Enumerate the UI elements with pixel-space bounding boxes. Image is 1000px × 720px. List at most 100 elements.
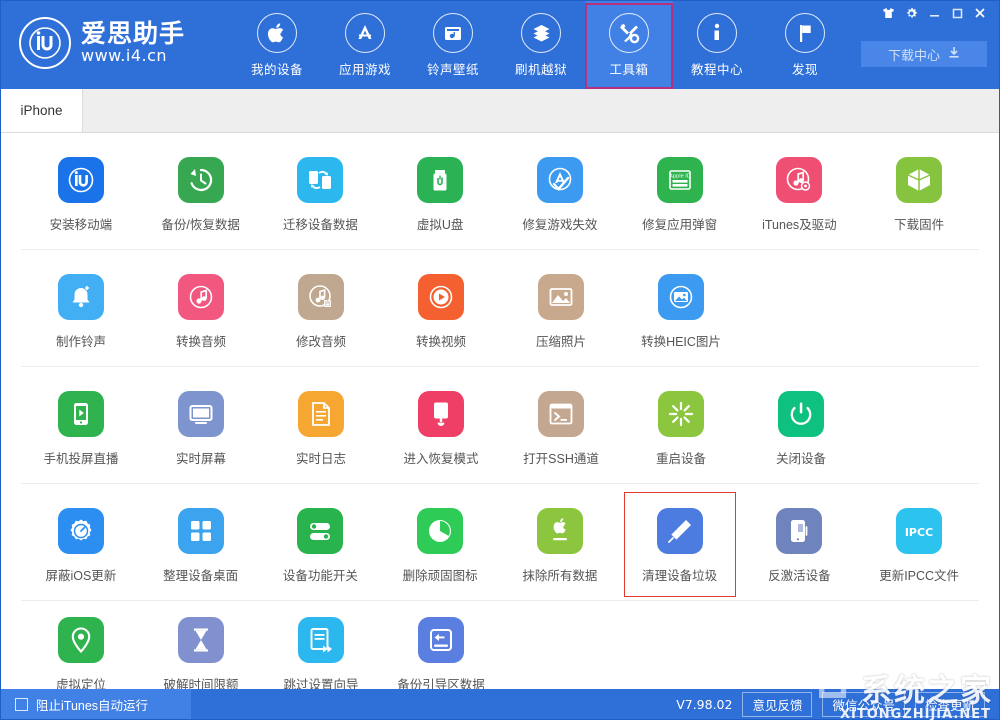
download-icon xyxy=(948,46,960,62)
device-tabbar: iPhone xyxy=(1,89,999,133)
tool-block-ios-update[interactable]: 屏蔽iOS更新 xyxy=(21,502,141,588)
tool-edit-audio[interactable]: 自 修改音频 xyxy=(261,268,381,354)
tool-make-ringtone[interactable]: 制作铃声 xyxy=(21,268,141,354)
tabbar-filler xyxy=(83,89,999,132)
tool-label: 下载固件 xyxy=(894,218,945,232)
tool-delete-stubborn[interactable]: 删除顽固图标 xyxy=(380,502,500,588)
toolbox-icon xyxy=(609,12,650,53)
backup-boot-icon xyxy=(418,617,464,663)
fix-popup-icon: Apple ID xyxy=(656,157,703,203)
make-ringtone-icon xyxy=(58,274,104,320)
tool-crack-time-limit[interactable]: 破解时间限额 xyxy=(141,611,261,689)
tool-skip-setup[interactable]: 跳过设置向导 xyxy=(261,611,381,689)
tool-convert-heic[interactable]: 转换HEIC图片 xyxy=(621,268,741,354)
nav-item-discover[interactable]: 发现 xyxy=(761,1,849,89)
nav-item-tutorial-center[interactable]: 教程中心 xyxy=(673,1,761,89)
tool-label: 清理设备垃圾 xyxy=(642,569,718,583)
check-update-button[interactable]: 检查更新 xyxy=(914,691,985,717)
tool-screen-cast[interactable]: 手机投屏直播 xyxy=(21,385,141,471)
status-bar: 阻止iTunes自动运行 V7.98.02 意见反馈 微信公众号 检查更新 xyxy=(1,689,999,719)
block-ios-update-icon xyxy=(57,508,104,554)
tool-shutdown-device[interactable]: 关闭设备 xyxy=(741,385,861,471)
tool-label: 制作铃声 xyxy=(55,335,106,349)
convert-heic-icon xyxy=(658,274,704,320)
tool-backup-boot[interactable]: 备份引导区数据 xyxy=(381,611,501,689)
tool-clean-junk[interactable]: 清理设备垃圾 xyxy=(620,492,740,597)
apple-icon xyxy=(257,12,298,53)
nav-item-ringtone-wallpaper[interactable]: 铃声壁纸 xyxy=(409,1,497,89)
erase-all-data-icon xyxy=(536,508,583,554)
tool-erase-all-data[interactable]: 抹除所有数据 xyxy=(500,502,620,588)
download-center-button[interactable]: 下载中心 xyxy=(861,41,987,67)
block-itunes-group[interactable]: 阻止iTunes自动运行 xyxy=(1,689,191,719)
tool-row: 安装移动端 备份/恢复数据 迁移设备数据 虚拟U盘 修复游戏失效 Apple I… xyxy=(21,133,979,250)
tool-migrate-data[interactable]: 迁移设备数据 xyxy=(261,151,381,237)
tool-install-mobile[interactable]: 安装移动端 xyxy=(21,151,141,237)
tool-live-log[interactable]: 实时日志 xyxy=(261,385,381,471)
maximize-icon[interactable] xyxy=(946,4,968,22)
convert-audio-icon xyxy=(178,274,224,320)
tool-update-ipcc[interactable]: IPCC 更新IPCC文件 xyxy=(859,502,979,588)
minimize-icon[interactable] xyxy=(923,4,945,22)
tool-row: 屏蔽iOS更新 整理设备桌面 设备功能开关 删除顽固图标 抹除所有数据 清理设备… xyxy=(21,484,979,601)
migrate-data-icon xyxy=(297,157,344,203)
tool-label: 虚拟U盘 xyxy=(416,218,464,232)
backup-restore-icon xyxy=(177,157,224,203)
tool-virtual-location[interactable]: 虚拟定位 xyxy=(21,611,141,689)
tool-convert-video[interactable]: 转换视频 xyxy=(381,268,501,354)
screen-cast-icon xyxy=(58,391,104,437)
tool-compress-photo[interactable]: 压缩照片 xyxy=(501,268,621,354)
tool-recovery-mode[interactable]: 进入恢复模式 xyxy=(381,385,501,471)
gear-icon[interactable] xyxy=(900,4,922,22)
brand-logo-icon xyxy=(19,17,71,69)
install-mobile-icon xyxy=(57,157,104,203)
version-label: V7.98.02 xyxy=(676,696,733,712)
toolbox-grid: 安装移动端 备份/恢复数据 迁移设备数据 虚拟U盘 修复游戏失效 Apple I… xyxy=(1,133,999,689)
nav-label: 应用游戏 xyxy=(339,62,392,77)
nav-item-app-games[interactable]: 应用游戏 xyxy=(321,1,409,89)
feedback-button[interactable]: 意见反馈 xyxy=(742,691,813,717)
info-icon xyxy=(697,12,738,53)
tool-convert-audio[interactable]: 转换音频 xyxy=(141,268,261,354)
tool-download-firmware[interactable]: 下载固件 xyxy=(859,151,979,237)
tool-label: 安装移动端 xyxy=(49,218,113,232)
brand: 爱思助手 www.i4.cn xyxy=(19,17,185,69)
nav-item-my-device[interactable]: 我的设备 xyxy=(233,1,321,89)
tool-label: 修改音频 xyxy=(295,335,346,349)
tab-iphone[interactable]: iPhone xyxy=(1,89,83,132)
tool-organize-desktop[interactable]: 整理设备桌面 xyxy=(141,502,261,588)
delete-stubborn-icon xyxy=(417,508,464,554)
watermark-logo-icon: ⌂ xyxy=(816,655,849,709)
tool-label: 重启设备 xyxy=(655,452,706,466)
convert-video-icon xyxy=(418,274,464,320)
tool-reboot-device[interactable]: 重启设备 xyxy=(621,385,741,471)
clean-junk-icon xyxy=(656,508,703,554)
tool-label: 屏蔽iOS更新 xyxy=(45,569,117,583)
tool-deactivate-device[interactable]: 反激活设备 xyxy=(740,502,860,588)
block-itunes-checkbox[interactable] xyxy=(15,697,28,711)
nav-label: 教程中心 xyxy=(691,62,744,77)
compress-photo-icon xyxy=(538,274,584,320)
tool-label: 反激活设备 xyxy=(768,569,831,583)
tool-label: 删除顽固图标 xyxy=(402,569,478,583)
tool-label: 更新IPCC文件 xyxy=(879,569,960,583)
tool-label: iTunes及驱动 xyxy=(762,218,837,232)
tool-label: 整理设备桌面 xyxy=(163,569,239,583)
nav-label: 铃声壁纸 xyxy=(427,62,480,77)
tool-virtual-udisk[interactable]: 虚拟U盘 xyxy=(380,151,500,237)
tool-live-screen[interactable]: 实时屏幕 xyxy=(141,385,261,471)
tool-backup-restore[interactable]: 备份/恢复数据 xyxy=(141,151,261,237)
tool-itunes-driver[interactable]: iTunes及驱动 xyxy=(740,151,860,237)
close-icon[interactable] xyxy=(969,4,991,22)
tool-fix-game[interactable]: 修复游戏失效 xyxy=(500,151,620,237)
edit-audio-icon: 自 xyxy=(298,274,344,320)
tool-fix-popup[interactable]: Apple ID 修复应用弹窗 xyxy=(620,151,740,237)
tool-ssh-tunnel[interactable]: 打开SSH通道 xyxy=(501,385,621,471)
flag-icon xyxy=(785,12,826,53)
skin-icon[interactable] xyxy=(877,4,899,22)
nav-label: 我的设备 xyxy=(251,62,304,77)
tool-label: 关闭设备 xyxy=(775,452,826,466)
nav-item-flash-jailbreak[interactable]: 刷机越狱 xyxy=(497,1,585,89)
tool-feature-toggle[interactable]: 设备功能开关 xyxy=(261,502,381,588)
nav-item-toolbox[interactable]: 工具箱 xyxy=(585,1,674,89)
